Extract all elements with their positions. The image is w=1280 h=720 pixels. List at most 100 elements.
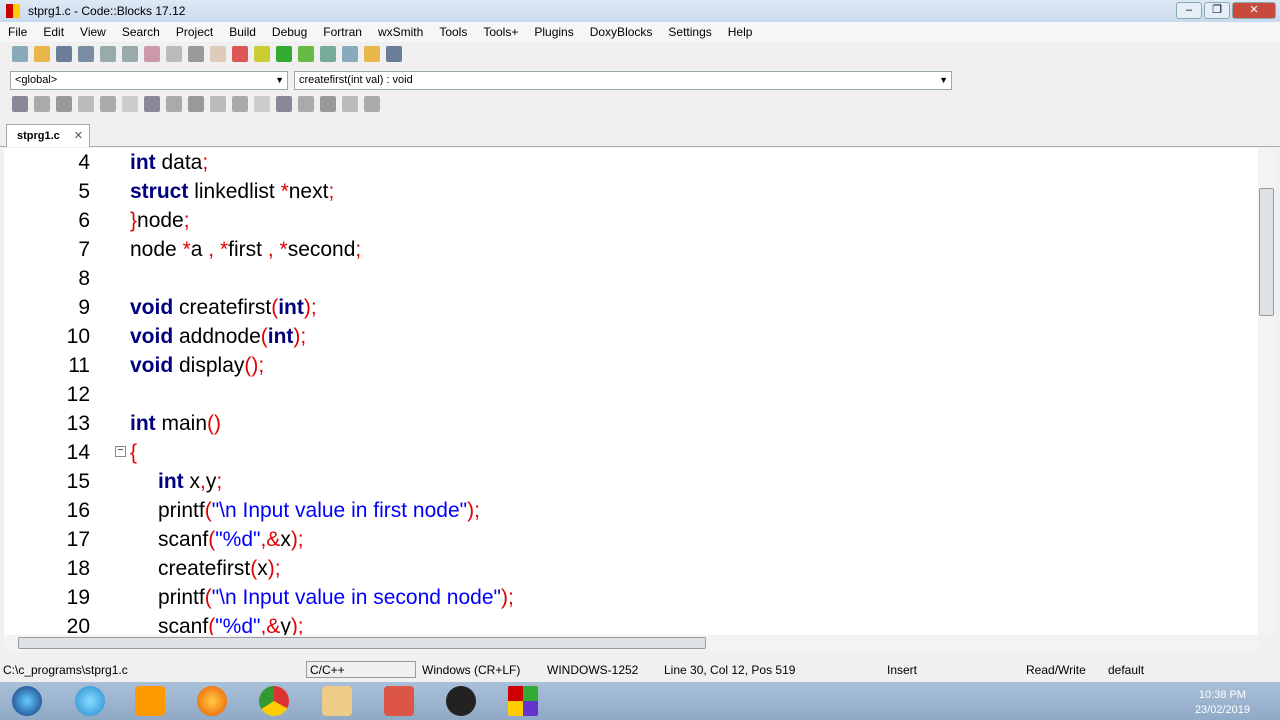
redo-icon[interactable]	[122, 46, 138, 62]
menu-file[interactable]: File	[0, 25, 35, 39]
forward-icon[interactable]	[276, 96, 292, 112]
fold-toggle-icon[interactable]: −	[115, 446, 126, 457]
firefox-icon[interactable]	[197, 686, 227, 716]
internet-explorer-icon[interactable]	[75, 686, 105, 716]
clear-icon[interactable]	[232, 96, 248, 112]
code-line[interactable]: 14 −{	[4, 438, 1254, 467]
select-icon[interactable]	[320, 96, 336, 112]
code-line[interactable]: 20 scanf("%d",&y);	[4, 612, 1254, 635]
menu-view[interactable]: View	[72, 25, 114, 39]
vertical-scrollbar[interactable]	[1258, 148, 1275, 635]
build-icon[interactable]	[254, 46, 270, 62]
next-icon[interactable]	[210, 96, 226, 112]
powerpoint-icon[interactable]	[384, 686, 414, 716]
close-button[interactable]: ✕	[1232, 2, 1276, 19]
help-icon[interactable]	[122, 96, 138, 112]
abort-icon[interactable]	[342, 46, 358, 62]
line-number: 12	[66, 383, 90, 406]
keyword-token: void	[130, 325, 174, 348]
save-icon[interactable]	[56, 46, 72, 62]
code-line[interactable]: 4 int data;	[4, 148, 1254, 177]
back-icon[interactable]	[254, 96, 270, 112]
file-explorer-icon[interactable]	[322, 686, 352, 716]
code-line[interactable]: 17 scanf("%d",&x);	[4, 525, 1254, 554]
paste-icon[interactable]	[188, 46, 204, 62]
open-icon[interactable]	[34, 46, 50, 62]
regex-icon[interactable]	[364, 96, 380, 112]
menu-build[interactable]: Build	[221, 25, 264, 39]
start-button[interactable]	[12, 686, 42, 716]
identifier-token: x	[257, 557, 268, 580]
menu-project[interactable]: Project	[168, 25, 221, 39]
function-dropdown[interactable]: createfirst(int val) : void ▼	[294, 70, 952, 90]
code-line[interactable]: 9 void createfirst(int);	[4, 293, 1254, 322]
doxy-icon[interactable]	[100, 96, 116, 112]
obs-icon[interactable]	[446, 686, 476, 716]
dot-icon[interactable]	[188, 96, 204, 112]
code-line[interactable]: 7 node *a , *first , *second;	[4, 235, 1254, 264]
menu-edit[interactable]: Edit	[35, 25, 72, 39]
build-run-icon[interactable]	[298, 46, 314, 62]
code-line[interactable]: 19 printf("\n Input value in second node"…	[4, 583, 1254, 612]
scroll-thumb[interactable]	[1259, 188, 1274, 316]
replace-icon[interactable]	[232, 46, 248, 62]
rebuild-icon[interactable]	[320, 46, 336, 62]
symbol-icon[interactable]	[12, 96, 28, 112]
status-encoding: WINDOWS-1252	[547, 663, 639, 677]
status-profile: default	[1108, 663, 1145, 677]
undo-icon[interactable]	[100, 46, 116, 62]
uncomment-icon[interactable]	[78, 96, 94, 112]
line-number: 17	[66, 528, 90, 551]
code-line[interactable]: 5 struct linkedlist *next;	[4, 177, 1254, 206]
menu-tools[interactable]: Tools	[431, 25, 475, 39]
bookmark-icon[interactable]	[34, 96, 50, 112]
code-line[interactable]: 15 int x,y;	[4, 467, 1254, 496]
menu-settings[interactable]: Settings	[660, 25, 719, 39]
maximize-button[interactable]: ❐	[1204, 2, 1230, 19]
highlight-icon[interactable]	[298, 96, 314, 112]
menu-help[interactable]: Help	[720, 25, 761, 39]
chrome-icon[interactable]	[259, 686, 289, 716]
menu-plugins[interactable]: Plugins	[526, 25, 581, 39]
menu-wxsmith[interactable]: wxSmith	[370, 25, 431, 39]
find-icon[interactable]	[210, 46, 226, 62]
code-line[interactable]: 13 int main()	[4, 409, 1254, 438]
identifier-token: y	[280, 615, 291, 635]
status-language[interactable]: C/C++	[306, 661, 416, 678]
horizontal-scrollbar[interactable]	[4, 635, 1258, 651]
wrench-icon[interactable]	[144, 96, 160, 112]
clock[interactable]: 10:38 PM 23/02/2019	[1195, 688, 1250, 718]
comment-icon[interactable]	[56, 96, 72, 112]
code-line[interactable]: 10 void addnode(int);	[4, 322, 1254, 351]
menu-search[interactable]: Search	[114, 25, 168, 39]
menu-fortran[interactable]: Fortran	[315, 25, 370, 39]
code-line[interactable]: 16 printf("\n Input value in first node")…	[4, 496, 1254, 525]
run-icon[interactable]	[276, 46, 292, 62]
copy-icon[interactable]	[166, 46, 182, 62]
code-line[interactable]: 8	[4, 264, 1254, 293]
menu-debug[interactable]: Debug	[264, 25, 315, 39]
menu-tools[interactable]: Tools+	[475, 25, 526, 39]
cut-icon[interactable]	[144, 46, 160, 62]
scope-dropdown[interactable]: <global> ▼	[10, 70, 288, 90]
close-tab-icon[interactable]: ✕	[74, 129, 83, 142]
minimize-button[interactable]: –	[1176, 2, 1202, 19]
code-line[interactable]: 12	[4, 380, 1254, 409]
scroll-thumb[interactable]	[18, 637, 706, 649]
step-icon[interactable]	[386, 46, 402, 62]
menu-doxyblocks[interactable]: DoxyBlocks	[582, 25, 661, 39]
tab-stprg1[interactable]: stprg1.c ✕	[6, 124, 90, 147]
codeblocks-taskbar-icon[interactable]	[508, 686, 538, 716]
keyword-token: void	[130, 354, 174, 377]
code-line[interactable]: 6}node;	[4, 206, 1254, 235]
debug-icon[interactable]	[364, 46, 380, 62]
code-editor[interactable]: 4 int data; 5 struct linkedlist *next; 6}nod…	[4, 148, 1260, 635]
media-player-icon[interactable]	[135, 686, 165, 716]
prev-icon[interactable]	[166, 96, 182, 112]
code-text: scanf("%d",&y);	[158, 612, 304, 635]
match-case-icon[interactable]	[342, 96, 358, 112]
code-line[interactable]: 11 void display();	[4, 351, 1254, 380]
new-file-icon[interactable]	[12, 46, 28, 62]
code-line[interactable]: 18 createfirst(x);	[4, 554, 1254, 583]
save-all-icon[interactable]	[78, 46, 94, 62]
